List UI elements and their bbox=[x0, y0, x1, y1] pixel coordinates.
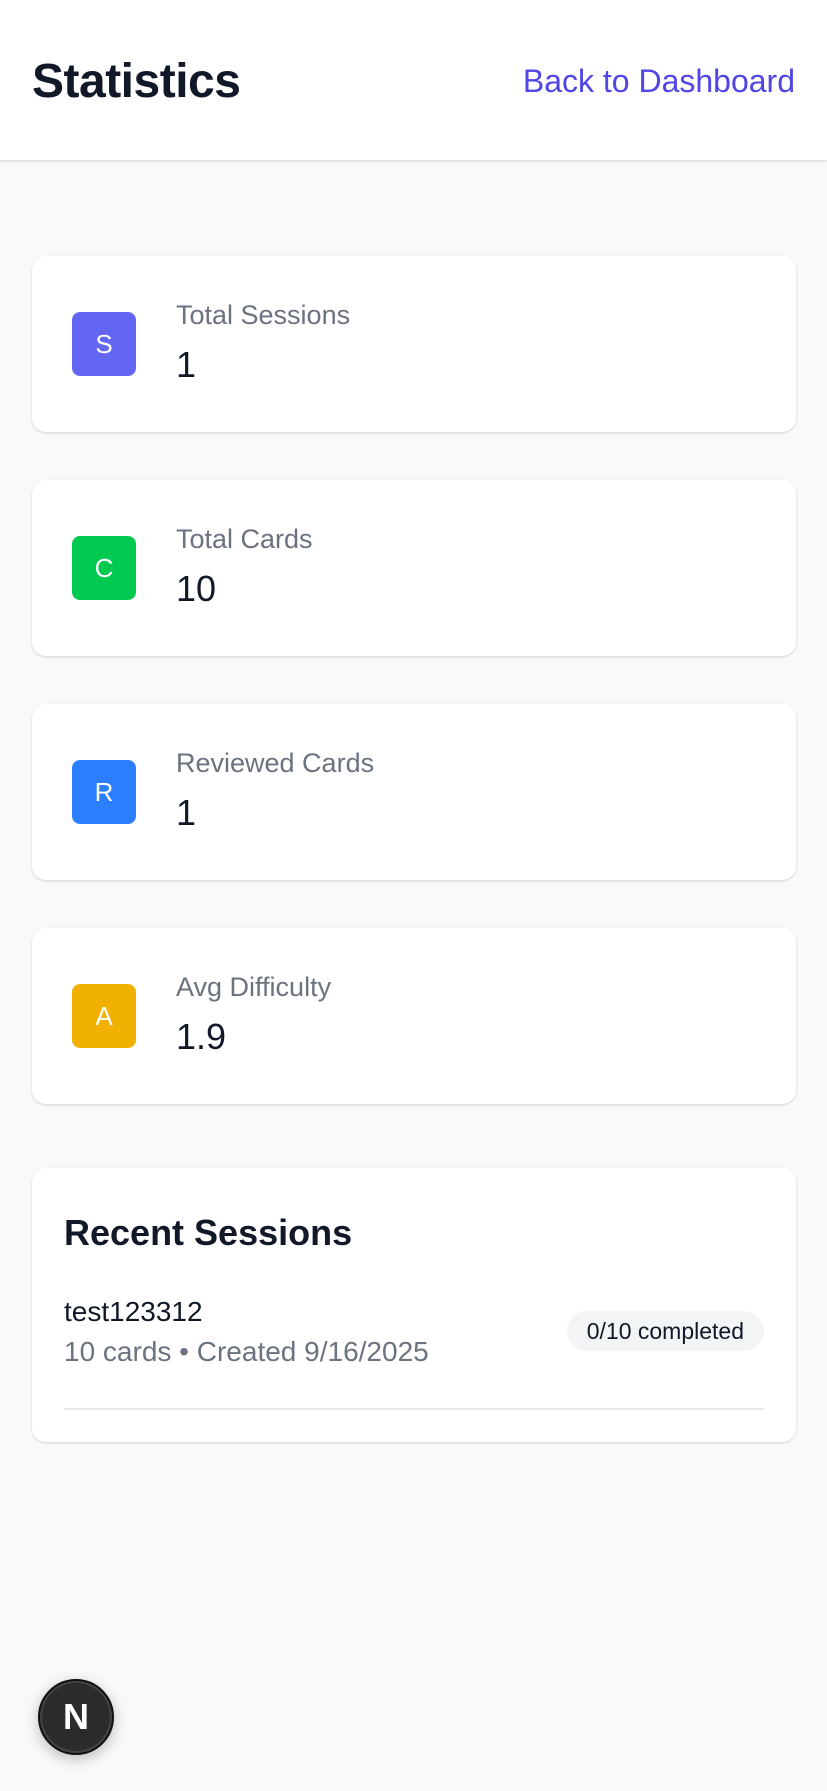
nextjs-dev-indicator-button[interactable]: N bbox=[38, 1679, 114, 1755]
stat-card-reviewed-cards: R Reviewed Cards 1 bbox=[32, 704, 796, 880]
session-name: test123312 bbox=[64, 1296, 203, 1327]
session-meta: 10 cards • Created 9/16/2025 bbox=[64, 1336, 429, 1367]
stat-label: Avg Difficulty bbox=[176, 972, 332, 1002]
stat-card-total-cards: C Total Cards 10 bbox=[32, 480, 796, 656]
reviewed-icon: R bbox=[72, 760, 136, 824]
back-to-dashboard-link[interactable]: Back to Dashboard bbox=[523, 63, 795, 100]
cards-icon: C bbox=[72, 536, 136, 600]
sessions-icon: S bbox=[72, 312, 136, 376]
page-header: Statistics Back to Dashboard bbox=[0, 0, 827, 160]
stat-value: 1.9 bbox=[176, 1016, 227, 1057]
stat-value: 10 bbox=[176, 568, 217, 609]
stat-label: Reviewed Cards bbox=[176, 748, 375, 778]
stat-label: Total Cards bbox=[176, 524, 313, 554]
session-progress-badge: 0/10 completed bbox=[566, 1311, 764, 1351]
stat-value: 1 bbox=[176, 792, 197, 833]
stat-card-total-sessions: S Total Sessions 1 bbox=[32, 256, 796, 432]
recent-sessions-title: Recent Sessions bbox=[64, 1212, 353, 1253]
stat-card-avg-difficulty: A Avg Difficulty 1.9 bbox=[32, 928, 796, 1104]
session-list-item[interactable]: test123312 10 cards • Created 9/16/2025 … bbox=[64, 1292, 764, 1410]
stat-value: 1 bbox=[176, 344, 197, 385]
recent-sessions-card: Recent Sessions test123312 10 cards • Cr… bbox=[32, 1168, 796, 1442]
difficulty-icon: A bbox=[72, 984, 136, 1048]
page-title: Statistics bbox=[32, 54, 241, 108]
stat-label: Total Sessions bbox=[176, 300, 351, 330]
